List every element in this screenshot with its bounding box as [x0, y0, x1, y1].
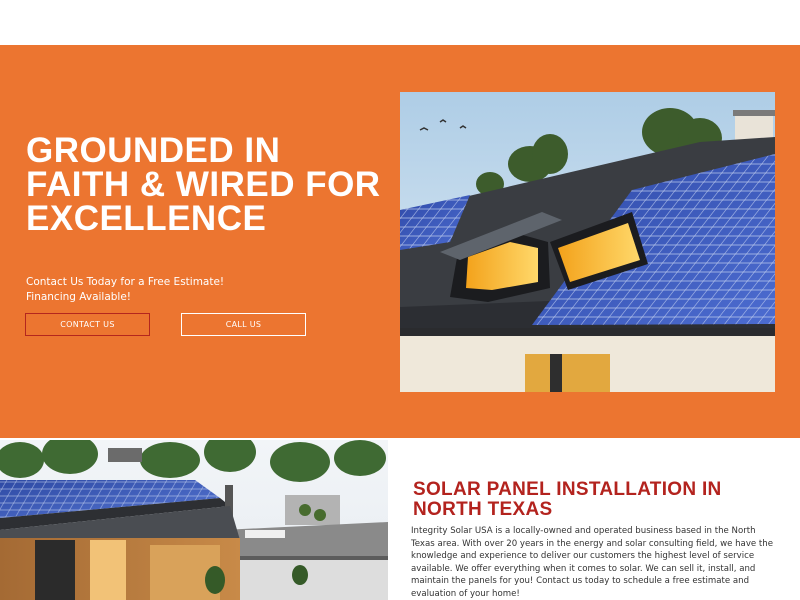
- call-us-button[interactable]: CALL US: [181, 313, 306, 336]
- hero-solar-roof-image: [400, 92, 775, 392]
- hero-subtitle: Contact Us Today for a Free Estimate! Fi…: [26, 275, 224, 305]
- hero-subtitle-line-1: Contact Us Today for a Free Estimate!: [26, 276, 225, 288]
- top-header-area: [0, 0, 800, 45]
- contact-us-button[interactable]: CONTACT US: [25, 313, 150, 336]
- hero-subtitle-line-2: Financing Available!: [26, 291, 132, 303]
- section-title: SOLAR PANEL INSTALLATION IN NORTH TEXAS: [413, 479, 722, 520]
- hero-banner: GROUNDED IN FAITH & WIRED FOR EXCELLENCE…: [0, 45, 800, 438]
- hero-title: GROUNDED IN FAITH & WIRED FOR EXCELLENCE: [26, 131, 381, 238]
- section-solar-rooftop-image: [0, 440, 388, 600]
- section-body-text: Integrity Solar USA is a locally-owned a…: [411, 526, 774, 599]
